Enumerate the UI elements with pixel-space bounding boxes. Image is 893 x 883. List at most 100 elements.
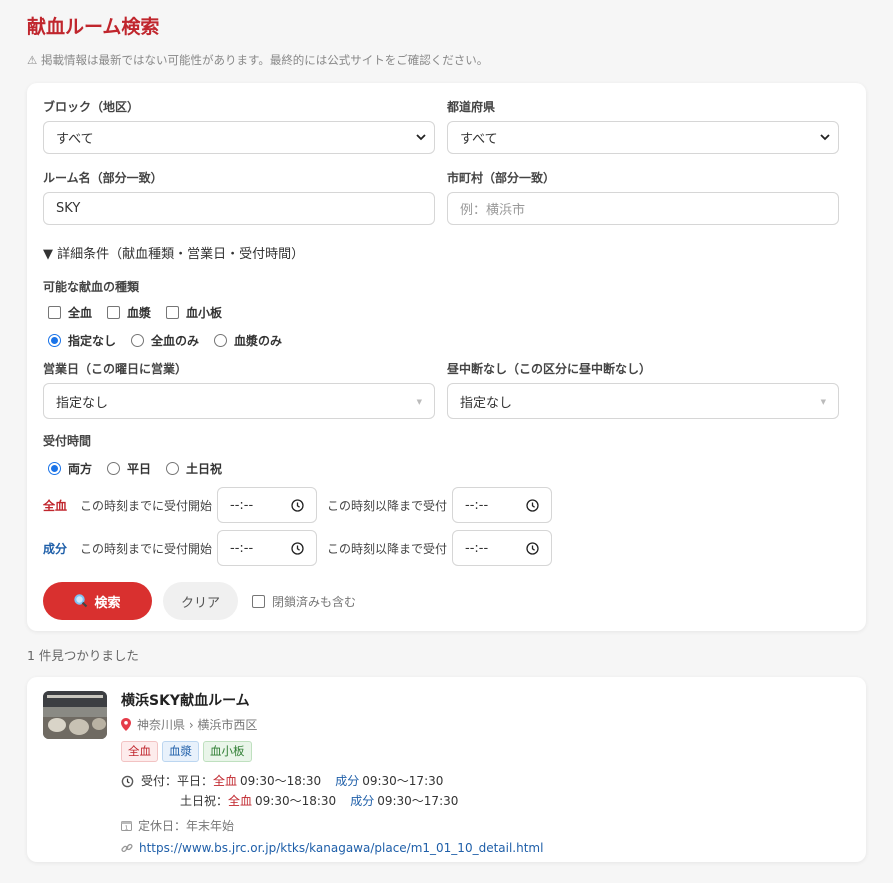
donation-type-radios: 指定なし 全血のみ 血漿のみ [43, 331, 850, 349]
open-day-select[interactable]: 指定なし ▼ [43, 383, 435, 419]
clock-icon [526, 498, 539, 512]
start-text: この時刻までに受付開始 [80, 541, 213, 556]
pref-select[interactable]: すべて [447, 121, 839, 154]
component-end-time-input[interactable]: --:-- [452, 530, 553, 566]
link-icon [121, 843, 133, 853]
radio-label: 指定なし [68, 333, 117, 348]
weekday-comp-hours: 09:30～17:30 [362, 774, 444, 788]
action-row: 検索 クリア 閉鎖済みも含む [43, 582, 850, 620]
radio[interactable] [131, 333, 145, 347]
time-value: --:-- [230, 497, 254, 513]
weekday-hours: 受付：平日： 全血 09:30～18:30 成分 09:30～17:30 [121, 771, 543, 791]
block-select-value: すべて [56, 132, 94, 147]
radio-label: 両方 [68, 461, 93, 476]
whole-end-time-input[interactable]: --:-- [452, 487, 553, 523]
block-select[interactable]: すべて [43, 121, 435, 154]
whole-start-time-input[interactable]: --:-- [217, 487, 318, 523]
official-link[interactable]: https://www.bs.jrc.or.jp/ktks/kanagawa/p… [121, 841, 543, 855]
reception-radios: 両方 平日 土日祝 [43, 459, 850, 477]
radio-whole-only[interactable]: 全血のみ [126, 332, 199, 349]
holiday-comp-tag: 成分 [350, 794, 375, 808]
page-title: 献血ルーム検索 [27, 16, 160, 38]
open-day-value: 指定なし [56, 395, 109, 411]
calendar-icon: 1 [121, 821, 132, 831]
radio[interactable] [214, 333, 228, 347]
disclaimer-notice: ⚠ 掲載情報は最新ではない可能性があります。最終的には公式サイトをご確認ください… [27, 53, 489, 67]
clock-icon [291, 541, 304, 555]
holiday-hours: 土日祝： 全血 09:30～18:30 成分 09:30～17:30 [121, 791, 543, 811]
check-label: 血小板 [186, 305, 223, 320]
component-start-time-input[interactable]: --:-- [217, 530, 318, 566]
checkbox[interactable] [166, 305, 180, 319]
check-whole-blood[interactable]: 全血 [43, 304, 92, 321]
radio[interactable] [107, 461, 121, 475]
holiday-comp-hours: 09:30～17:30 [377, 794, 459, 808]
checkbox[interactable] [107, 305, 121, 319]
city-placeholder: 例：横浜市 [460, 203, 526, 218]
result-card[interactable]: 横浜SKY献血ルーム 神奈川県 › 横浜市西区 全血 血漿 血小板 受付：平日：… [27, 677, 866, 862]
clear-button[interactable]: クリア [163, 582, 238, 620]
room-photo [43, 691, 107, 739]
radio-none[interactable]: 指定なし [43, 332, 116, 349]
search-form: ブロック（地区） すべて 都道府県 すべて ルーム名（部分一致） SKY 市町村… [27, 83, 866, 631]
end-text: この時刻以降まで受付 [327, 541, 448, 556]
room-location: 神奈川県 › 横浜市西区 [121, 716, 543, 733]
dropdown-arrow-icon: ▼ [820, 398, 826, 406]
radio-plasma-only[interactable]: 血漿のみ [209, 332, 282, 349]
chevron-down-icon [820, 134, 830, 141]
city-input[interactable]: 例：横浜市 [447, 192, 839, 225]
include-closed-label: 閉鎖済みも含む [272, 594, 357, 609]
checkbox[interactable] [48, 305, 61, 319]
svg-text:1: 1 [125, 826, 129, 831]
badge-plasma: 血漿 [162, 741, 199, 762]
holiday-prefix: 土日祝： [180, 794, 229, 808]
radio-label: 全血のみ [151, 333, 200, 348]
radio-weekend[interactable]: 土日祝 [161, 460, 222, 477]
reception-label: 受付時間 [43, 434, 92, 448]
check-label: 全血 [68, 305, 93, 320]
room-name-input[interactable]: SKY [43, 192, 435, 225]
radio[interactable] [166, 461, 180, 475]
holiday-whole-tag: 全血 [228, 794, 253, 808]
start-text: この時刻までに受付開始 [80, 498, 213, 513]
chevron-down-icon [416, 134, 426, 141]
holiday-whole-hours: 09:30～18:30 [255, 794, 337, 808]
include-closed-option[interactable]: 閉鎖済みも含む [246, 593, 356, 610]
whole-blood-time-row: 全血 この時刻までに受付開始 --:-- この時刻以降まで受付 --:-- [43, 487, 850, 523]
radio[interactable] [48, 461, 61, 475]
reception-hours: 受付：平日： 全血 09:30～18:30 成分 09:30～17:30 土日祝… [121, 771, 543, 811]
results-count: 1 件見つかりました [27, 648, 139, 663]
closed-days-text: 定休日：年末年始 [138, 819, 235, 833]
weekday-prefix: 受付：平日： [141, 774, 214, 788]
clock-icon [121, 775, 134, 787]
radio-both[interactable]: 両方 [43, 460, 92, 477]
room-name[interactable]: 横浜SKY献血ルーム [121, 692, 543, 710]
no-break-select[interactable]: 指定なし ▼ [447, 383, 839, 419]
donation-badges: 全血 血漿 血小板 [121, 741, 543, 762]
location-text: 神奈川県 › 横浜市西区 [137, 718, 258, 732]
city-label: 市町村（部分一致） [447, 171, 556, 185]
check-platelet[interactable]: 血小板 [161, 304, 222, 321]
details-toggle[interactable]: ▼ 詳細条件（献血種類・営業日・受付時間） [43, 243, 850, 262]
search-icon [74, 594, 88, 608]
whole-blood-tag: 全血 [43, 498, 68, 513]
search-button[interactable]: 検索 [43, 582, 152, 620]
time-value: --:-- [230, 540, 254, 556]
component-tag: 成分 [43, 541, 68, 556]
room-name-value: SKY [56, 201, 81, 216]
badge-whole-blood: 全血 [121, 741, 158, 762]
check-label: 血漿 [127, 305, 152, 320]
radio-label: 平日 [127, 461, 152, 476]
radio[interactable] [48, 333, 61, 347]
checkbox[interactable] [252, 594, 265, 608]
clock-icon [526, 541, 539, 555]
radio-weekday[interactable]: 平日 [102, 460, 151, 477]
search-button-label: 検索 [94, 595, 121, 611]
clock-icon [291, 498, 304, 512]
dropdown-arrow-icon: ▼ [416, 398, 422, 406]
closed-days: 1 定休日：年末年始 [121, 817, 543, 834]
check-plasma[interactable]: 血漿 [102, 304, 151, 321]
result-body: 横浜SKY献血ルーム 神奈川県 › 横浜市西区 全血 血漿 血小板 受付：平日：… [121, 691, 543, 855]
official-link-url[interactable]: https://www.bs.jrc.or.jp/ktks/kanagawa/p… [139, 841, 543, 855]
donation-types-label: 可能な献血の種類 [43, 280, 140, 294]
